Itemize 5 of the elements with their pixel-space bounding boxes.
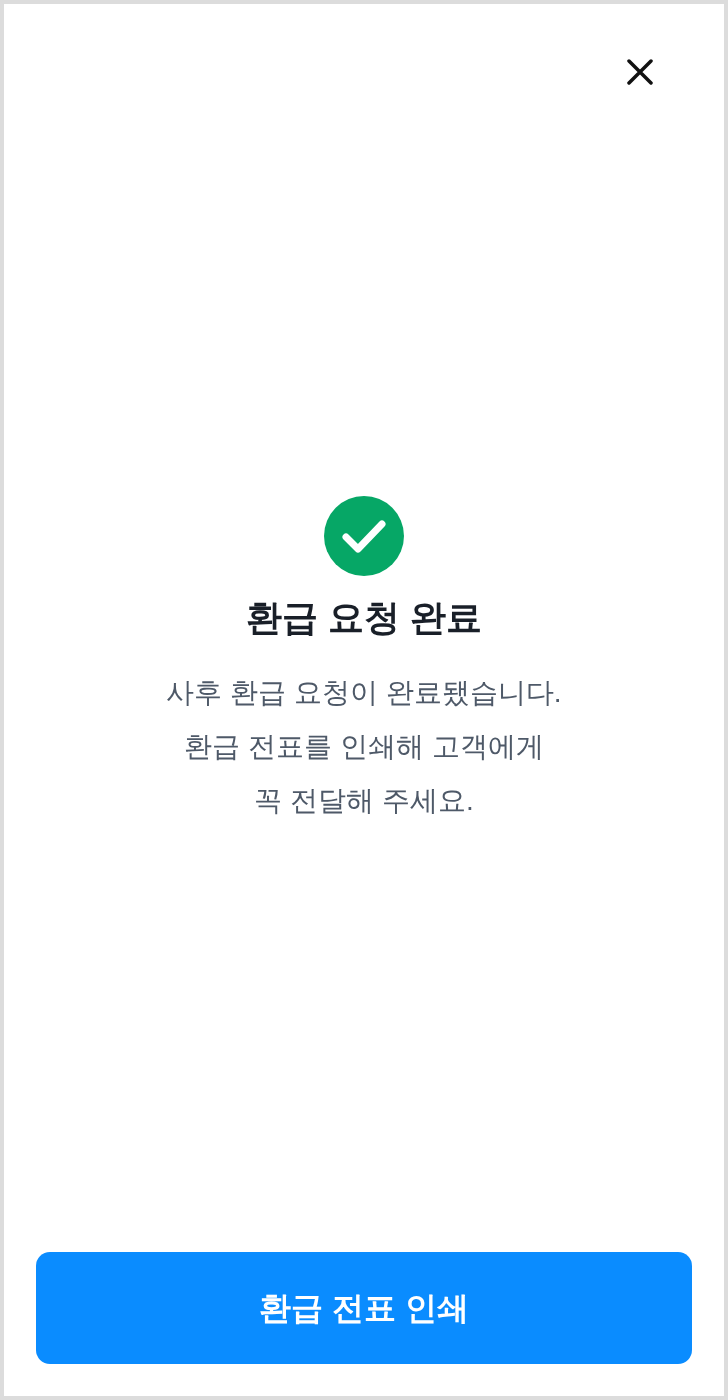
success-check-icon (324, 496, 404, 576)
print-button[interactable]: 환급 전표 인쇄 (36, 1252, 692, 1364)
message: 사후 환급 요청이 완료됐습니다. 환급 전표를 인쇄해 고객에게 꼭 전달해 주세요. (166, 676, 562, 818)
close-icon (627, 59, 653, 85)
title: 환급 요청 완료 (246, 596, 482, 640)
